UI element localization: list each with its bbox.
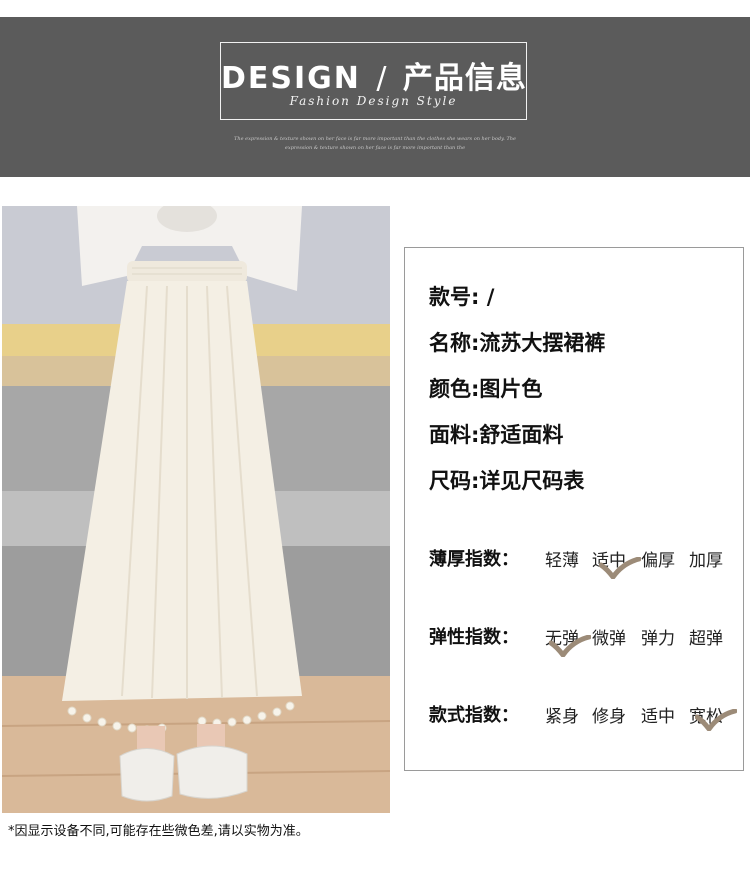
index-option: 偏厚 xyxy=(641,551,675,571)
index-option: 轻薄 xyxy=(545,551,579,571)
subtitle: Fashion Design Style xyxy=(289,94,458,108)
info-value: 图片色 xyxy=(479,377,543,401)
thickness-index-row: 薄厚指数： 轻薄 适中 偏厚 加厚 xyxy=(429,545,739,579)
title-en: DESIGN xyxy=(221,61,361,96)
index-label: 弹性指数： xyxy=(429,627,519,648)
info-label: 名称: xyxy=(429,331,480,355)
decorative-text-line-1: The expression & texture shown on her fa… xyxy=(234,136,516,142)
title-separator: / xyxy=(376,61,388,96)
index-option: 紧身 xyxy=(545,707,579,727)
checkmark-icon xyxy=(599,557,641,579)
info-value: 流苏大摆裙裤 xyxy=(479,331,606,355)
page-title: DESIGN / 产品信息 xyxy=(221,53,526,97)
title-box: DESIGN / 产品信息 Fashion Design Style xyxy=(220,42,527,120)
product-info-panel: 款号: / 名称:流苏大摆裙裤 颜色:图片色 面料:舒适面料 尺码:详见尺码表 … xyxy=(404,247,744,771)
checkmark-icon xyxy=(695,709,737,731)
index-option: 加厚 xyxy=(689,551,723,571)
checkmark-icon xyxy=(549,635,591,657)
index-label: 款式指数： xyxy=(429,705,519,726)
info-style-number: 款号: / xyxy=(429,281,494,311)
info-size: 尺码:详见尺码表 xyxy=(429,465,584,495)
title-cn: 产品信息 xyxy=(402,61,527,96)
info-color: 颜色:图片色 xyxy=(429,373,542,403)
index-label: 薄厚指数： xyxy=(429,549,519,570)
disclaimer-footnote: *因显示设备不同,可能存在些微色差,请以实物为准。 xyxy=(8,824,309,839)
index-option: 适中 xyxy=(641,707,675,727)
info-value: 详见尺码表 xyxy=(479,469,585,493)
info-name: 名称:流苏大摆裙裤 xyxy=(429,327,605,357)
info-label: 颜色: xyxy=(429,377,480,401)
info-fabric: 面料:舒适面料 xyxy=(429,419,563,449)
info-value: / xyxy=(486,285,495,309)
index-option: 微弹 xyxy=(592,629,626,649)
index-option: 超弹 xyxy=(689,629,723,649)
style-index-row: 款式指数： 紧身 修身 适中 宽松 xyxy=(429,701,739,731)
info-value: 舒适面料 xyxy=(479,423,564,447)
info-label: 款号: xyxy=(429,285,480,309)
info-label: 尺码: xyxy=(429,469,480,493)
decorative-text-line-2: expression & texture shown on her face i… xyxy=(284,145,466,151)
header-banner: DESIGN / 产品信息 Fashion Design Style The e… xyxy=(0,17,750,177)
product-photo xyxy=(2,206,390,813)
info-label: 面料: xyxy=(429,423,480,447)
elasticity-index-row: 弹性指数： 无弹 微弹 弹力 超弹 xyxy=(429,623,739,657)
index-option: 弹力 xyxy=(641,629,675,649)
index-option: 修身 xyxy=(592,707,626,727)
